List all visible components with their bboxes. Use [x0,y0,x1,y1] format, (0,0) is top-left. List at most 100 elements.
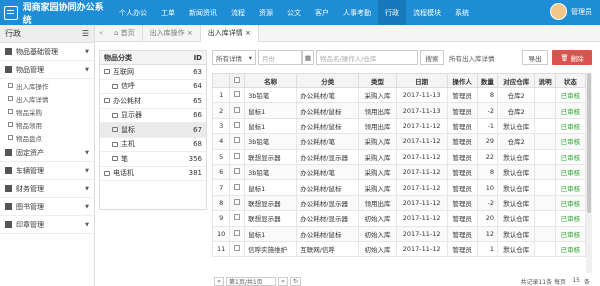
sidebar-item[interactable]: 图书管理 ▼ [0,198,94,216]
column-header[interactable]: 说明 [534,73,556,88]
tab-prev-icon[interactable]: « [95,29,107,37]
sidebar-item[interactable]: 物品管理 ▼ [0,61,94,79]
nav-item[interactable]: 系统 [448,0,476,25]
search-input[interactable]: 物品名/操作人/仓库 [316,50,418,65]
column-header[interactable]: 操作人 [446,73,478,88]
row-checkbox-cell [229,117,246,135]
refresh-icon[interactable]: ↻ [290,277,302,286]
sidebar-item-label: 财务管理 [16,184,44,193]
tree-row[interactable]: 鼠标 67 [100,123,206,138]
sidebar-item[interactable]: 车辆管理 ▼ [0,162,94,180]
scroll-thumb[interactable] [587,73,591,213]
table-row[interactable]: 6 3b铅笔 办公耗材/笔 采购入库 2017-11-12 管理员 8 默认仓库 已审核 [211,163,587,181]
column-header[interactable]: 对应仓库 [497,73,536,88]
row-checkbox[interactable] [234,91,241,98]
row-checkbox[interactable] [234,152,241,159]
row-checkbox[interactable] [234,183,241,190]
sidebar-subitem[interactable]: 出入库操作 [0,79,94,92]
next-page-button[interactable]: » [278,277,288,286]
type-select[interactable]: 所有出入库详情 [446,50,514,65]
table-row[interactable]: 10 鼠标1 办公耗材/鼠标 初始入库 2017-11-12 管理员 12 默认仓库 已审核 [211,225,587,242]
sidebar-subitem[interactable]: 物品盘点 [0,131,94,144]
row-checkbox[interactable] [234,121,241,128]
row-checkbox[interactable] [234,198,241,205]
sidebar-item[interactable]: 财务管理 ▼ [0,180,94,198]
tab-inout-detail[interactable]: 出入库详情 × [200,24,259,42]
tree-row[interactable]: 显示器 66 [100,109,206,123]
folder-icon [104,69,110,75]
sidebar-item[interactable]: 物品基础管理 ▼ [0,43,94,61]
row-checkbox[interactable] [234,168,241,175]
column-header[interactable]: 状态 [554,73,587,88]
close-icon[interactable]: × [243,29,251,37]
close-icon[interactable]: × [185,29,193,37]
column-header[interactable]: 分类 [296,73,360,88]
sidebar-subitem[interactable]: 出入库详情 [0,92,94,105]
table-cell: 3b铅笔 [244,86,298,104]
nav-item[interactable]: 流程模块 [406,0,448,25]
filter-select[interactable]: 所有详情 ▾ [212,50,256,65]
tab-inout-op[interactable]: 出入库操作 × [143,24,201,42]
tab-home[interactable]: ⌂ 首页 [107,24,143,42]
table-row[interactable]: 9 联想显示器 办公耗材/显示器 初始入库 2017-11-12 管理员 20 默认仓库 已审核 [211,210,587,227]
column-header[interactable]: 数量 [476,73,499,88]
sidebar-item[interactable]: 固定资产 ▼ [0,144,94,162]
nav-item[interactable]: 客户 [308,0,336,25]
nav-item[interactable]: 个人办公 [112,0,154,25]
select-all-checkbox[interactable] [234,76,241,83]
table-row[interactable]: 7 鼠标1 办公耗材/鼠标 采购入库 2017-11-12 管理员 10 默认仓库 已审核 [211,179,587,196]
prev-page-button[interactable]: « [214,277,224,286]
tree-row[interactable]: 互联网 63 [100,65,206,80]
tree-row[interactable]: 信呼 64 [100,80,206,94]
nav-item[interactable]: 工单 [154,0,182,25]
calendar-icon[interactable]: ▦ [302,50,314,65]
sidebar-item[interactable]: 印章管理 ▼ [0,216,94,234]
column-header[interactable] [229,73,246,88]
sidebar-subitem[interactable]: 物品采购 [0,105,94,118]
row-checkbox-cell [229,133,246,150]
table-row[interactable]: 11 信呼实施维护 互联网/信呼 初始入库 2017-11-12 管理员 1 默认仓库 已审核 [211,240,587,258]
table-cell: 采购入库 [358,133,397,150]
nav-item[interactable]: 人事考勤 [336,0,378,25]
column-header[interactable] [211,73,231,88]
tree-row[interactable]: 笔 356 [100,152,206,167]
tree-row-label: 办公耗材 [113,96,141,105]
column-header[interactable]: 类型 [358,73,397,88]
table-row[interactable]: 4 3b铅笔 办公耗材/笔 采购入库 2017-11-12 管理员 29 仓库2 已审核 [211,133,587,150]
search-button[interactable]: 搜索 [420,50,444,65]
table-row[interactable]: 8 联想显示器 办公耗材/显示器 领用出库 2017-11-12 管理员 -2 默认仓库 已审核 [211,194,587,212]
column-header[interactable]: 日期 [395,73,448,88]
sidebar-subitem[interactable]: 物品领用 [0,118,94,131]
table-row[interactable]: 2 鼠标1 办公耗材/鼠标 领用出库 2017-11-13 管理员 -2 仓库2 已审核 [211,102,587,119]
row-checkbox[interactable] [234,245,241,252]
tree-row[interactable]: 主机 68 [100,138,206,152]
column-header[interactable]: 名称 [244,73,298,88]
grid-menu-icon[interactable]: ☰ [82,29,89,38]
delete-button[interactable]: 🗑 删除 [552,50,592,65]
row-checkbox[interactable] [234,214,241,221]
row-checkbox[interactable] [234,229,241,236]
month-input[interactable]: 月份 [258,50,302,65]
nav-item[interactable]: 新闻资讯 [182,0,224,25]
row-checkbox[interactable] [234,137,241,144]
table-row[interactable]: 1 3b铅笔 办公耗材/笔 采购入库 2017-11-13 管理员 8 仓库2 已审核 [211,86,587,104]
nav-item[interactable]: 行政 [378,0,406,25]
table-cell: 8 [476,163,499,181]
table-cell [534,194,556,212]
table-scrollbar[interactable] [586,73,592,273]
table-cell: 联想显示器 [244,210,298,227]
nav-item[interactable]: 流程 [224,0,252,25]
tree-row[interactable]: 电话机 381 [100,167,206,181]
table-row[interactable]: 3 鼠标1 办公耗材/鼠标 领用出库 2017-11-12 管理员 -1 默认仓库 已审核 [211,117,587,135]
row-checkbox[interactable] [234,106,241,113]
app-logo[interactable]: 润商家园协同办公系统 [0,0,110,26]
tree-row[interactable]: 办公耗材 65 [100,94,206,109]
user-menu[interactable]: 管理员 [550,3,592,20]
table-row[interactable]: 5 联想显示器 办公耗材/显示器 采购入库 2017-11-12 管理员 22 默认仓库 已审核 [211,148,587,165]
page-size[interactable]: 15 [572,277,580,284]
nav-item[interactable]: 公文 [280,0,308,25]
export-button[interactable]: 导出 [522,50,548,65]
tree-row-id: 63 [193,67,202,76]
table-cell: 已审核 [554,133,587,150]
nav-item[interactable]: 资源 [252,0,280,25]
